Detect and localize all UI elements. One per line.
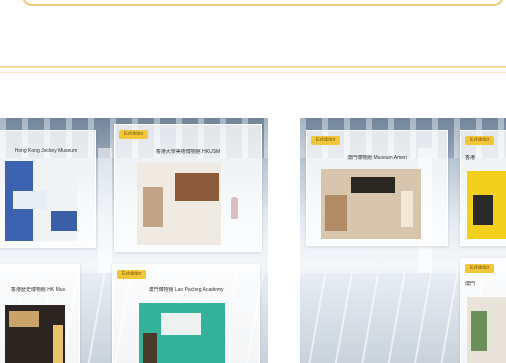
booth-illustration (467, 297, 506, 363)
section-divider-shadow (0, 72, 506, 73)
booth-name: 澳門博物館 Museum Ameri (347, 155, 407, 161)
exhibitor-badge: Exhibitor (119, 130, 149, 139)
booth-illustration (121, 303, 251, 363)
booth-illustration (467, 171, 506, 239)
booth-card[interactable]: 香港歷史博物館 HK Mus (0, 264, 80, 363)
exhibitor-badge: Exhibitor (465, 136, 495, 145)
booth-name: 香港 (465, 155, 476, 161)
booth-card[interactable]: Exhibitor 澳門博物館 Museum Ameri (306, 130, 448, 246)
booth-illustration (5, 161, 87, 241)
exhibitor-badge: Exhibitor (117, 270, 147, 279)
booth-card[interactable]: Exhibitor 澳門 (460, 258, 506, 363)
exhibition-hall-thumbnail-2[interactable]: Exhibitor 澳門博物館 Museum Ameri Exhibitor 香… (300, 118, 506, 363)
section-divider (0, 66, 506, 68)
exhibitor-badge: Exhibitor (465, 264, 495, 273)
booth-illustration (5, 305, 71, 363)
exhibition-hall-thumbnail-1[interactable]: Hong Kong Jockey Museum Exhibitor 香港大學美術… (0, 118, 268, 363)
booth-illustration (315, 169, 439, 239)
exhibitor-badge: Exhibitor (311, 136, 341, 145)
booth-name: 香港大學美術博物館 HKUSM (155, 149, 221, 155)
booth-illustration (123, 163, 253, 245)
booth-name: 澳門 (465, 281, 476, 287)
booth-card[interactable]: Hong Kong Jockey Museum (0, 130, 96, 248)
booth-name: Hong Kong Jockey Museum (14, 148, 78, 154)
booth-card[interactable]: Exhibitor 香港 (460, 130, 506, 246)
previous-card-bottom (22, 0, 504, 6)
booth-card[interactable]: Exhibitor 香港大學美術博物館 HKUSM (114, 124, 262, 252)
booth-name: 澳門博物館 Lao Pacheg Academy (148, 287, 224, 293)
booth-card[interactable]: Exhibitor 澳門博物館 Lao Pacheg Academy (112, 264, 260, 363)
visitor-figure (231, 197, 238, 219)
booth-name: 香港歷史博物館 HK Mus (10, 287, 66, 293)
